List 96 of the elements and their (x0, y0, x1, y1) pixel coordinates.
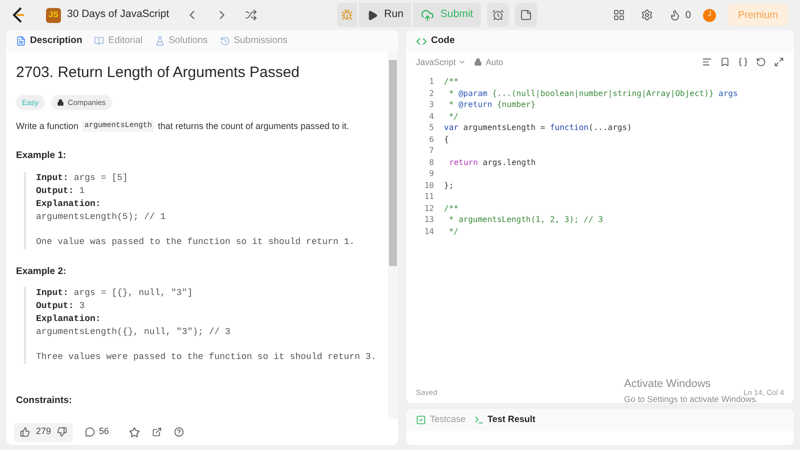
tab-icon (220, 36, 230, 46)
comment-icon[interactable] (85, 427, 96, 437)
layout-icon[interactable] (613, 9, 626, 21)
code-line: var argumentsLength = function(...args) (444, 122, 632, 134)
code-line: * @param {...(null|boolean|number|string|Array|Object)} args (448, 88, 738, 99)
line-number: 8 (428, 156, 434, 168)
line-number: 13 (423, 214, 434, 226)
star-icon[interactable] (129, 426, 140, 438)
like-count: 279 (36, 425, 52, 438)
thumbs-down-icon[interactable] (57, 427, 68, 437)
help-icon[interactable] (174, 427, 184, 437)
example-value: 1 (79, 186, 85, 196)
line-number: 6 (428, 134, 434, 145)
alarm-clock-icon (492, 9, 504, 21)
panel-tab[interactable]: Solutions (154, 34, 208, 48)
example-label: Output: (36, 186, 74, 196)
reset-icon[interactable] (756, 57, 766, 67)
constraints-heading: Constraints: (16, 394, 73, 408)
example-label: Input: (36, 172, 68, 182)
dropdown-icon[interactable] (458, 58, 466, 66)
panel-tab[interactable]: Editorial (94, 34, 143, 48)
console-tab[interactable]: Testcase (416, 413, 466, 427)
example-label: Explanation: (36, 198, 102, 210)
example-label: Input: (36, 288, 68, 298)
problem-title: 2703. Return Length of Arguments Passed (16, 63, 301, 83)
example-heading: Example 2: (16, 264, 68, 278)
study-plan-title[interactable]: 30 Days of JavaScript (67, 7, 170, 23)
panel-tab[interactable]: Description (16, 34, 82, 48)
expand-icon[interactable] (774, 57, 784, 67)
line-number: 3 (428, 99, 434, 110)
autocomplete-mode: Auto (486, 56, 504, 68)
study-plan-logo: JS (46, 8, 61, 22)
lock-icon (474, 58, 482, 66)
line-number: 7 (428, 145, 434, 156)
comment-count: 56 (99, 425, 110, 438)
tab-icon (94, 36, 104, 46)
console-tab[interactable]: Test Result (474, 413, 536, 427)
line-number: 2 (428, 88, 434, 99)
notes-button[interactable] (515, 3, 538, 27)
terminal-icon (474, 415, 484, 425)
line-number: 1 (428, 76, 434, 88)
code-line: return args.length (449, 156, 536, 168)
example-code: argumentsLength({}, null, "3"); // 3 (36, 326, 232, 339)
example-note: Three values were passed to the function so it should return 3. (36, 350, 378, 364)
play-icon (367, 10, 378, 20)
code-line: * argumentsLength(1, 2, 3); // 3 (448, 214, 603, 226)
example-heading: Example 1: (16, 149, 68, 164)
example-note: One value was passed to the function so it should return 1. (36, 236, 356, 248)
streak-icon[interactable] (669, 9, 682, 21)
code-line: { (444, 134, 449, 145)
code-line: /** (444, 76, 458, 88)
share-icon[interactable] (152, 427, 162, 437)
tab-icon (154, 36, 165, 46)
code-icon (416, 36, 427, 46)
scrollbar[interactable] (388, 52, 398, 419)
code-line: * @return {number} (448, 99, 536, 110)
code-line: }; (444, 180, 454, 191)
example-value: args = [5] (74, 172, 128, 182)
shuffle-icon[interactable] (245, 9, 258, 21)
timer-button[interactable] (487, 3, 510, 27)
language-select[interactable]: JavaScript (416, 56, 456, 68)
code-line: /** (444, 202, 458, 214)
panel-tab[interactable]: Submissions (220, 34, 288, 48)
line-number: 4 (428, 110, 434, 122)
line-number: 12 (423, 202, 434, 214)
line-number: 14 (423, 226, 434, 237)
example-value: 3 (79, 300, 85, 311)
format-icon[interactable] (702, 57, 712, 67)
code-line: */ (448, 226, 458, 237)
upload-icon (421, 8, 434, 22)
premium-button[interactable]: Premium (728, 4, 788, 26)
line-number: 5 (428, 122, 434, 134)
description-text: that returns the count of arguments passed to it. (158, 120, 349, 133)
line-number: 11 (423, 191, 434, 202)
example-label: Explanation: (36, 312, 102, 326)
note-icon (520, 9, 532, 21)
bookmark-icon[interactable] (720, 57, 730, 67)
braces-icon[interactable] (738, 57, 748, 67)
tab-icon (16, 36, 26, 46)
example-value: args = [{}, null, "3"] (74, 288, 193, 298)
run-button[interactable]: Run (359, 3, 412, 27)
code-line: */ (448, 110, 458, 122)
example-code: argumentsLength(5); // 1 (36, 210, 167, 224)
activation-notice-title: Activate Windows (624, 377, 711, 392)
line-number: 9 (428, 168, 434, 180)
settings-icon[interactable] (641, 9, 654, 21)
example-label: Output: (36, 300, 74, 311)
streak-count: 0 (685, 8, 691, 22)
line-number: 10 (423, 180, 434, 191)
bug-icon (341, 9, 354, 21)
thumbs-up-icon[interactable] (20, 427, 30, 437)
code-tab[interactable]: Code (431, 34, 455, 48)
submit-button[interactable]: Submit (413, 3, 482, 27)
checkbox-icon (416, 415, 426, 425)
logo-icon[interactable] (12, 7, 26, 23)
description-text: Write a function (16, 120, 78, 133)
